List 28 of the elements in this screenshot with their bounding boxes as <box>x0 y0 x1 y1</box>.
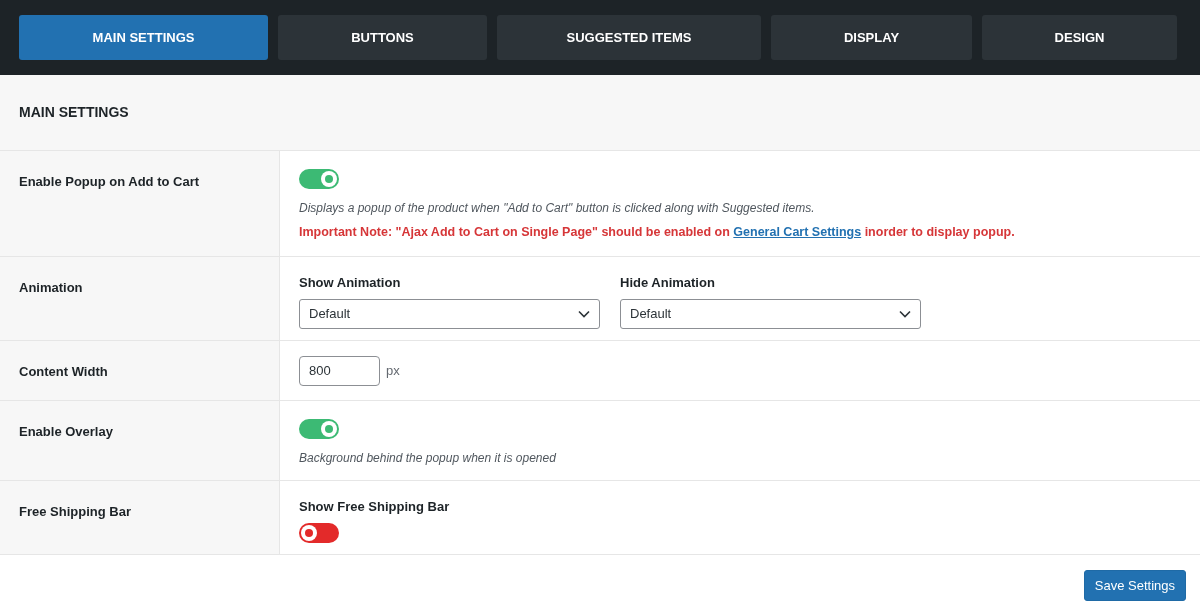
important-note: Important Note: "Ajax Add to Cart on Single Page" should be enabled on General Cart Settings inorder to display popup. <box>299 224 1015 241</box>
save-settings-button[interactable]: Save Settings <box>1083 570 1186 601</box>
content-width-input[interactable]: 800 <box>299 355 380 386</box>
setting-description: Displays a popup of the product when "Add to Cart" button is clicked along with Suggested items. <box>299 200 815 217</box>
tab[interactable]: SUGGESTED ITEMS <box>497 15 761 60</box>
setting-label: Content Width <box>19 364 108 379</box>
setting-label: Free Shipping Bar <box>19 504 131 519</box>
section-title: MAIN SETTINGS <box>19 103 129 122</box>
setting-label: Enable Overlay <box>19 424 113 439</box>
field-label: Hide Animation <box>620 274 716 292</box>
setting-label: Animation <box>19 280 83 295</box>
unit-label: px <box>386 361 400 380</box>
tab[interactable]: DISPLAY <box>771 15 972 60</box>
toggle-label: Show Free Shipping Bar <box>299 498 450 516</box>
animation-dropdown[interactable]: Default <box>620 298 921 329</box>
setting-description: Background behind the popup when it is opened <box>299 450 556 467</box>
tab[interactable]: MAIN SETTINGS <box>19 15 268 60</box>
toggle-switch[interactable] <box>299 522 339 543</box>
chevron-down-icon <box>578 309 590 318</box>
field-label: Show Animation <box>299 274 402 292</box>
animation-dropdown[interactable]: Default <box>299 298 600 329</box>
toggle-switch[interactable] <box>299 419 339 439</box>
general-cart-settings-link[interactable]: General Cart Settings <box>733 225 862 239</box>
tab[interactable]: BUTTONS <box>278 15 487 60</box>
tab[interactable]: DESIGN <box>982 15 1177 60</box>
toggle-switch[interactable] <box>299 169 339 189</box>
chevron-down-icon <box>899 309 911 318</box>
setting-label: Enable Popup on Add to Cart <box>19 174 200 189</box>
